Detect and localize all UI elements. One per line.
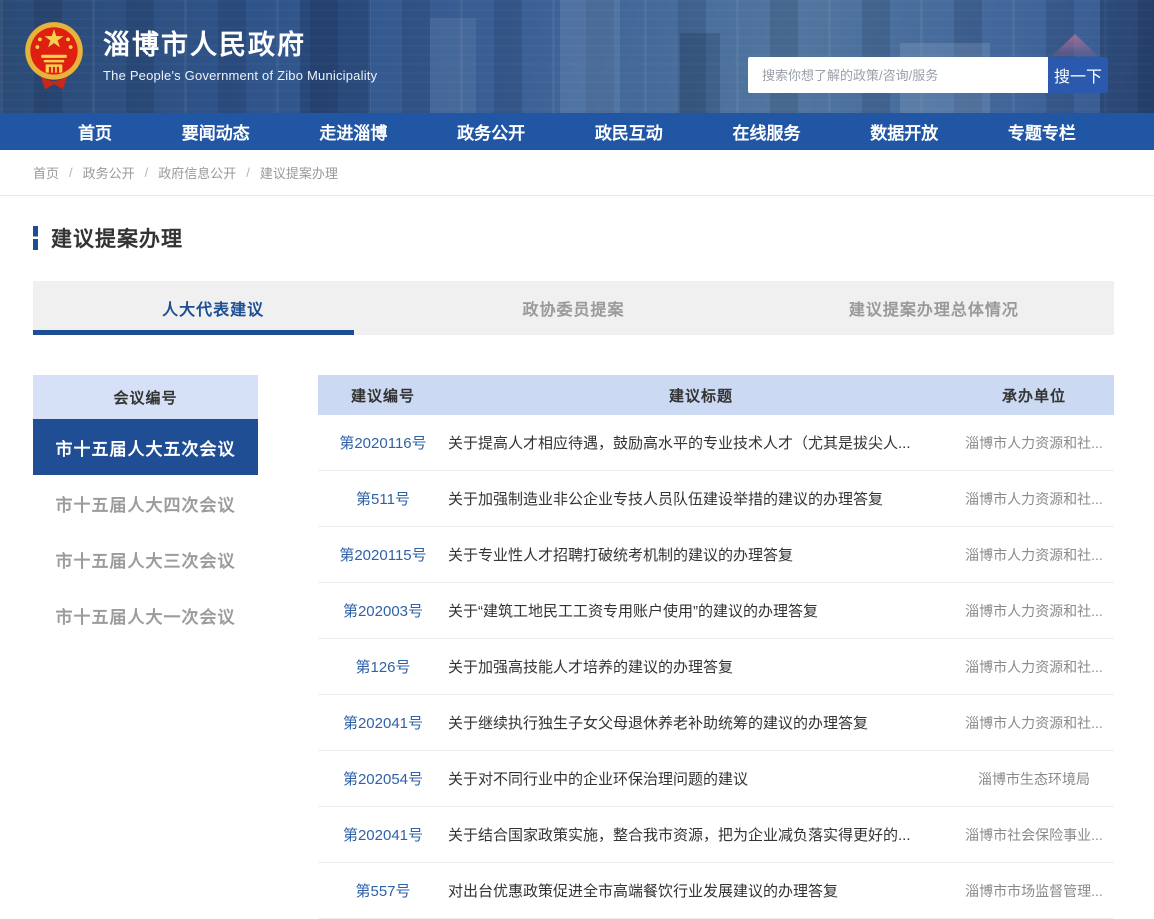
skyline-landmark [1052, 34, 1098, 56]
breadcrumb: 首页 / 政务公开 / 政府信息公开 / 建议提案办理 [0, 150, 1154, 196]
table-row-9: 第557号对出台优惠政策促进全市高端餐饮行业发展建议的办理答复淄博市市场监督管理… [318, 863, 1114, 919]
table-row-6: 第202041号关于继续执行独生子女父母退休养老补助统筹的建议的办理答复淄博市人… [318, 695, 1114, 751]
table-body: 第2020116号关于提高人才相应待遇，鼓励高水平的专业技术人才（尤其是拔尖人.… [318, 415, 1114, 919]
breadcrumb-item-2[interactable]: 政务公开 [83, 163, 135, 182]
breadcrumb-item-3[interactable]: 政府信息公开 [158, 163, 236, 182]
sidebar-item-list: 市十五届人大五次会议市十五届人大四次会议市十五届人大三次会议市十五届人大一次会议 [33, 419, 258, 643]
sidebar-header: 会议编号 [33, 375, 258, 419]
table-row-2: 第511号关于加强制造业非公企业专技人员队伍建设举措的建议的办理答复淄博市人力资… [318, 471, 1114, 527]
tab-2[interactable]: 政协委员提案 [393, 281, 753, 335]
skyline-building [430, 18, 476, 113]
nav-item-8[interactable]: 专题专栏 [1008, 119, 1076, 144]
breadcrumb-separator: / [69, 165, 73, 180]
tab-bar: 人大代表建议政协委员提案建议提案办理总体情况 [33, 281, 1114, 335]
search-bar: 搜一下 [748, 57, 1108, 93]
search-input[interactable] [748, 57, 1048, 93]
row-number-link[interactable]: 第2020116号 [318, 432, 448, 453]
page-title-row: 建议提案办理 [33, 223, 1121, 253]
row-title-link[interactable]: 关于“建筑工地民工工资专用账户使用”的建议的办理答复 [448, 600, 954, 621]
row-title-link[interactable]: 关于继续执行独生子女父母退休养老补助统筹的建议的办理答复 [448, 712, 954, 733]
site-title: 淄博市人民政府 [103, 29, 377, 61]
sidebar: 会议编号 市十五届人大五次会议市十五届人大四次会议市十五届人大三次会议市十五届人… [33, 375, 258, 643]
row-number-link[interactable]: 第202003号 [318, 600, 448, 621]
sidebar-item-2[interactable]: 市十五届人大四次会议 [33, 475, 258, 531]
row-title-link[interactable]: 关于对不同行业中的企业环保治理问题的建议 [448, 768, 954, 789]
site-header: 淄博市人民政府 The People's Government of Zibo … [0, 0, 1154, 113]
nav-item-4[interactable]: 政务公开 [457, 119, 525, 144]
sidebar-item-1[interactable]: 市十五届人大五次会议 [33, 419, 258, 475]
row-title-link[interactable]: 对出台优惠政策促进全市高端餐饮行业发展建议的办理答复 [448, 880, 954, 901]
row-title-link[interactable]: 关于专业性人才招聘打破统考机制的建议的办理答复 [448, 544, 954, 565]
sidebar-item-3[interactable]: 市十五届人大三次会议 [33, 531, 258, 587]
row-org: 淄博市市场监督管理... [954, 881, 1114, 901]
row-number-link[interactable]: 第126号 [318, 656, 448, 677]
row-number-link[interactable]: 第202041号 [318, 712, 448, 733]
site-subtitle: The People's Government of Zibo Municipa… [103, 68, 377, 83]
nav-item-7[interactable]: 数据开放 [870, 119, 938, 144]
content: 会议编号 市十五届人大五次会议市十五届人大四次会议市十五届人大三次会议市十五届人… [33, 375, 1114, 919]
skyline-building [680, 33, 720, 113]
row-org: 淄博市人力资源和社... [954, 601, 1114, 621]
search-button[interactable]: 搜一下 [1048, 57, 1108, 93]
table-header-cell-3: 承办单位 [954, 385, 1114, 406]
row-org: 淄博市人力资源和社... [954, 545, 1114, 565]
row-number-link[interactable]: 第557号 [318, 880, 448, 901]
tab-3[interactable]: 建议提案办理总体情况 [754, 281, 1114, 335]
site-brand: 淄博市人民政府 The People's Government of Zibo … [22, 20, 377, 92]
table-row-3: 第2020115号关于专业性人才招聘打破统考机制的建议的办理答复淄博市人力资源和… [318, 527, 1114, 583]
skyline-building [560, 0, 620, 113]
skyline-building [1100, 0, 1154, 113]
page: 淄博市人民政府 The People's Government of Zibo … [0, 0, 1154, 919]
row-org: 淄博市人力资源和社... [954, 489, 1114, 509]
page-title: 建议提案办理 [51, 223, 183, 253]
tab-1[interactable]: 人大代表建议 [33, 281, 393, 335]
sidebar-item-4[interactable]: 市十五届人大一次会议 [33, 587, 258, 643]
brand-text: 淄博市人民政府 The People's Government of Zibo … [103, 29, 377, 83]
row-title-link[interactable]: 关于加强高技能人才培养的建议的办理答复 [448, 656, 954, 677]
row-title-link[interactable]: 关于提高人才相应待遇，鼓励高水平的专业技术人才（尤其是拔尖人... [448, 432, 954, 453]
row-org: 淄博市人力资源和社... [954, 657, 1114, 677]
row-org: 淄博市社会保险事业... [954, 825, 1114, 845]
row-title-link[interactable]: 关于加强制造业非公企业专技人员队伍建设举措的建议的办理答复 [448, 488, 954, 509]
row-org: 淄博市人力资源和社... [954, 713, 1114, 733]
nav-item-2[interactable]: 要闻动态 [182, 119, 250, 144]
table-row-7: 第202054号关于对不同行业中的企业环保治理问题的建议淄博市生态环境局 [318, 751, 1114, 807]
main-nav: 首页 要闻动态 走进淄博 政务公开 政民互动 在线服务 数据开放 专题专栏 [0, 113, 1154, 150]
row-number-link[interactable]: 第202054号 [318, 768, 448, 789]
row-title-link[interactable]: 关于结合国家政策实施，整合我市资源，把为企业减负落实得更好的... [448, 824, 954, 845]
nav-item-5[interactable]: 政民互动 [595, 119, 663, 144]
breadcrumb-separator: / [246, 165, 250, 180]
nav-item-3[interactable]: 走进淄博 [319, 119, 387, 144]
row-org: 淄博市生态环境局 [954, 769, 1114, 789]
national-emblem-icon [22, 20, 86, 92]
row-number-link[interactable]: 第202041号 [318, 824, 448, 845]
breadcrumb-separator: / [145, 165, 149, 180]
nav-item-1[interactable]: 首页 [78, 119, 112, 144]
breadcrumb-item-1[interactable]: 首页 [33, 163, 59, 182]
table-header-row: 建议编号建议标题承办单位 [318, 375, 1114, 415]
table-row-5: 第126号关于加强高技能人才培养的建议的办理答复淄博市人力资源和社... [318, 639, 1114, 695]
table-header-cell-2: 建议标题 [448, 385, 954, 406]
title-marker [33, 226, 38, 250]
suggestions-table: 建议编号建议标题承办单位 第2020116号关于提高人才相应待遇，鼓励高水平的专… [318, 375, 1114, 919]
table-row-4: 第202003号关于“建筑工地民工工资专用账户使用”的建议的办理答复淄博市人力资… [318, 583, 1114, 639]
table-row-1: 第2020116号关于提高人才相应待遇，鼓励高水平的专业技术人才（尤其是拔尖人.… [318, 415, 1114, 471]
row-number-link[interactable]: 第511号 [318, 488, 448, 509]
table-row-8: 第202041号关于结合国家政策实施，整合我市资源，把为企业减负落实得更好的..… [318, 807, 1114, 863]
row-org: 淄博市人力资源和社... [954, 433, 1114, 453]
nav-item-6[interactable]: 在线服务 [733, 119, 801, 144]
breadcrumb-item-4: 建议提案办理 [260, 163, 338, 182]
table-header-cell-1: 建议编号 [318, 385, 448, 406]
row-number-link[interactable]: 第2020115号 [318, 544, 448, 565]
